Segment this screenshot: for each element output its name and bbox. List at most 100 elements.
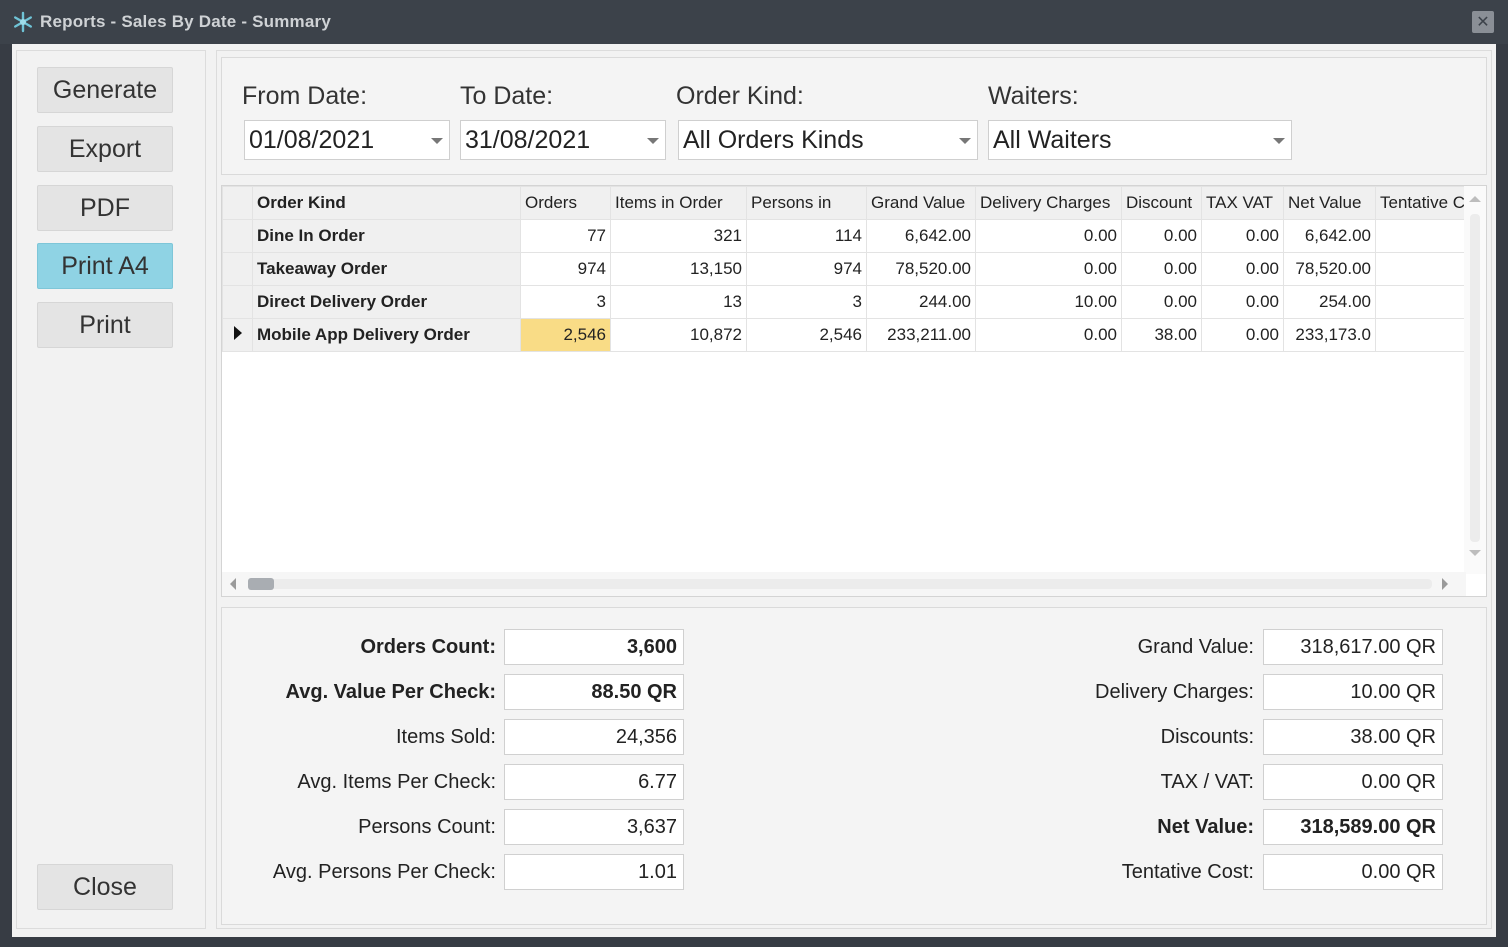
cell-net-value[interactable]: 233,173.0 [1283,318,1376,352]
table-row[interactable]: Dine In Order 77 321 114 6,642.00 0.00 0… [222,219,1471,253]
column-header[interactable]: Order Kind [252,186,521,220]
vertical-scrollbar[interactable] [1464,186,1486,574]
table-row[interactable]: Takeaway Order 974 13,150 974 78,520.00 … [222,252,1471,286]
chevron-down-icon[interactable] [647,138,659,144]
cell-tentative[interactable] [1374,318,1471,352]
cell-persons[interactable]: 974 [746,252,867,286]
column-header[interactable]: Grand Value [866,186,976,220]
close-button[interactable]: Close [37,864,173,910]
cell-discount[interactable]: 0.00 [1121,285,1202,319]
filter-panel: From Date: 01/08/2021 To Date: 31/08/202… [221,57,1487,175]
cell-items[interactable]: 13,150 [610,252,747,286]
row-indicator[interactable] [222,219,253,253]
cell-orders-focused[interactable]: 2,546 [520,318,611,352]
cell-discount[interactable]: 38.00 [1121,318,1202,352]
from-date-picker[interactable]: 01/08/2021 [244,120,450,160]
client-area: Generate Export PDF Print A4 Print Close… [12,44,1496,937]
cell-tax[interactable]: 0.00 [1201,285,1284,319]
cell-grand-value[interactable]: 6,642.00 [866,219,976,253]
avg-value-field: 88.50 QR [504,674,684,710]
cell-tax[interactable]: 0.00 [1201,252,1284,286]
orders-grid[interactable]: Order Kind Orders Items in Order Persons… [221,185,1487,597]
cell-order-kind[interactable]: Dine In Order [252,219,521,253]
cell-persons[interactable]: 114 [746,219,867,253]
column-header[interactable]: Delivery Charges [975,186,1122,220]
chevron-down-icon[interactable] [959,138,971,144]
row-indicator[interactable] [222,285,253,319]
summary-panel: Orders Count: 3,600 Avg. Value Per Check… [221,607,1487,925]
title-bar[interactable]: Reports - Sales By Date - Summary ✕ [0,0,1508,44]
column-header[interactable]: Items in Order [610,186,747,220]
to-date-label: To Date: [460,82,554,110]
cell-items[interactable]: 10,872 [610,318,747,352]
persons-count-field: 3,637 [504,809,684,845]
chevron-down-icon[interactable] [431,138,443,144]
generate-button[interactable]: Generate [37,67,173,113]
export-button[interactable]: Export [37,126,173,172]
pdf-button[interactable]: PDF [37,185,173,231]
print-button[interactable]: Print [37,302,173,348]
cell-net-value[interactable]: 78,520.00 [1283,252,1376,286]
cell-order-kind[interactable]: Direct Delivery Order [252,285,521,319]
column-header[interactable]: Discount [1121,186,1202,220]
window-close-icon[interactable]: ✕ [1472,11,1494,33]
cell-persons[interactable]: 3 [746,285,867,319]
waiters-label: Waiters: [988,82,1079,110]
orders-table: Order Kind Orders Items in Order Persons… [222,186,1471,352]
cell-orders[interactable]: 974 [520,252,611,286]
print-a4-button[interactable]: Print A4 [37,243,173,289]
persons-count-label: Persons Count: [358,816,496,838]
row-indicator[interactable] [222,318,253,352]
order-kind-select[interactable]: All Orders Kinds [678,120,978,160]
chevron-down-icon[interactable] [1273,138,1285,144]
column-header[interactable]: Persons in [746,186,867,220]
cell-delivery[interactable]: 0.00 [975,252,1122,286]
horizontal-scroll-track[interactable] [250,579,1432,589]
cell-delivery[interactable]: 0.00 [975,318,1122,352]
cell-tax[interactable]: 0.00 [1201,318,1284,352]
cell-orders[interactable]: 77 [520,219,611,253]
cell-grand-value[interactable]: 78,520.00 [866,252,976,286]
row-indicator-header [222,186,253,220]
waiters-select[interactable]: All Waiters [988,120,1292,160]
from-date-value: 01/08/2021 [249,126,375,154]
cell-items[interactable]: 13 [610,285,747,319]
cell-persons[interactable]: 2,546 [746,318,867,352]
scroll-left-icon[interactable] [230,578,236,590]
cell-order-kind[interactable]: Mobile App Delivery Order [252,318,521,352]
cell-tentative[interactable] [1374,252,1471,286]
column-header[interactable]: TAX VAT [1201,186,1284,220]
row-indicator[interactable] [222,252,253,286]
cell-net-value[interactable]: 6,642.00 [1283,219,1376,253]
cell-tax[interactable]: 0.00 [1201,219,1284,253]
cell-delivery[interactable]: 10.00 [975,285,1122,319]
orders-count-field: 3,600 [504,629,684,665]
cell-orders[interactable]: 3 [520,285,611,319]
from-date-label: From Date: [242,82,368,110]
cell-discount[interactable]: 0.00 [1121,219,1202,253]
vertical-scroll-thumb[interactable] [1470,214,1480,542]
cell-net-value[interactable]: 254.00 [1283,285,1376,319]
cell-order-kind[interactable]: Takeaway Order [252,252,521,286]
to-date-picker[interactable]: 31/08/2021 [460,120,666,160]
cell-tentative[interactable] [1374,285,1471,319]
scroll-down-icon[interactable] [1469,550,1481,556]
grid-header-row: Order Kind Orders Items in Order Persons… [222,186,1471,220]
cell-delivery[interactable]: 0.00 [975,219,1122,253]
cell-discount[interactable]: 0.00 [1121,252,1202,286]
horizontal-scrollbar[interactable] [222,572,1466,596]
scroll-up-icon[interactable] [1469,196,1481,202]
cell-grand-value[interactable]: 244.00 [866,285,976,319]
column-header[interactable]: Net Value [1283,186,1376,220]
column-header[interactable]: Tentative C [1374,186,1471,220]
table-row-selected[interactable]: Mobile App Delivery Order 2,546 10,872 2… [222,318,1471,352]
horizontal-scroll-thumb[interactable] [248,578,274,590]
column-header[interactable]: Orders [520,186,611,220]
tentative-cost-label: Tentative Cost: [1121,861,1254,883]
cell-tentative[interactable] [1374,219,1471,253]
cell-items[interactable]: 321 [610,219,747,253]
scroll-right-icon[interactable] [1442,578,1448,590]
cell-grand-value[interactable]: 233,211.00 [866,318,976,352]
order-kind-value: All Orders Kinds [683,126,864,154]
table-row[interactable]: Direct Delivery Order 3 13 3 244.00 10.0… [222,285,1471,319]
